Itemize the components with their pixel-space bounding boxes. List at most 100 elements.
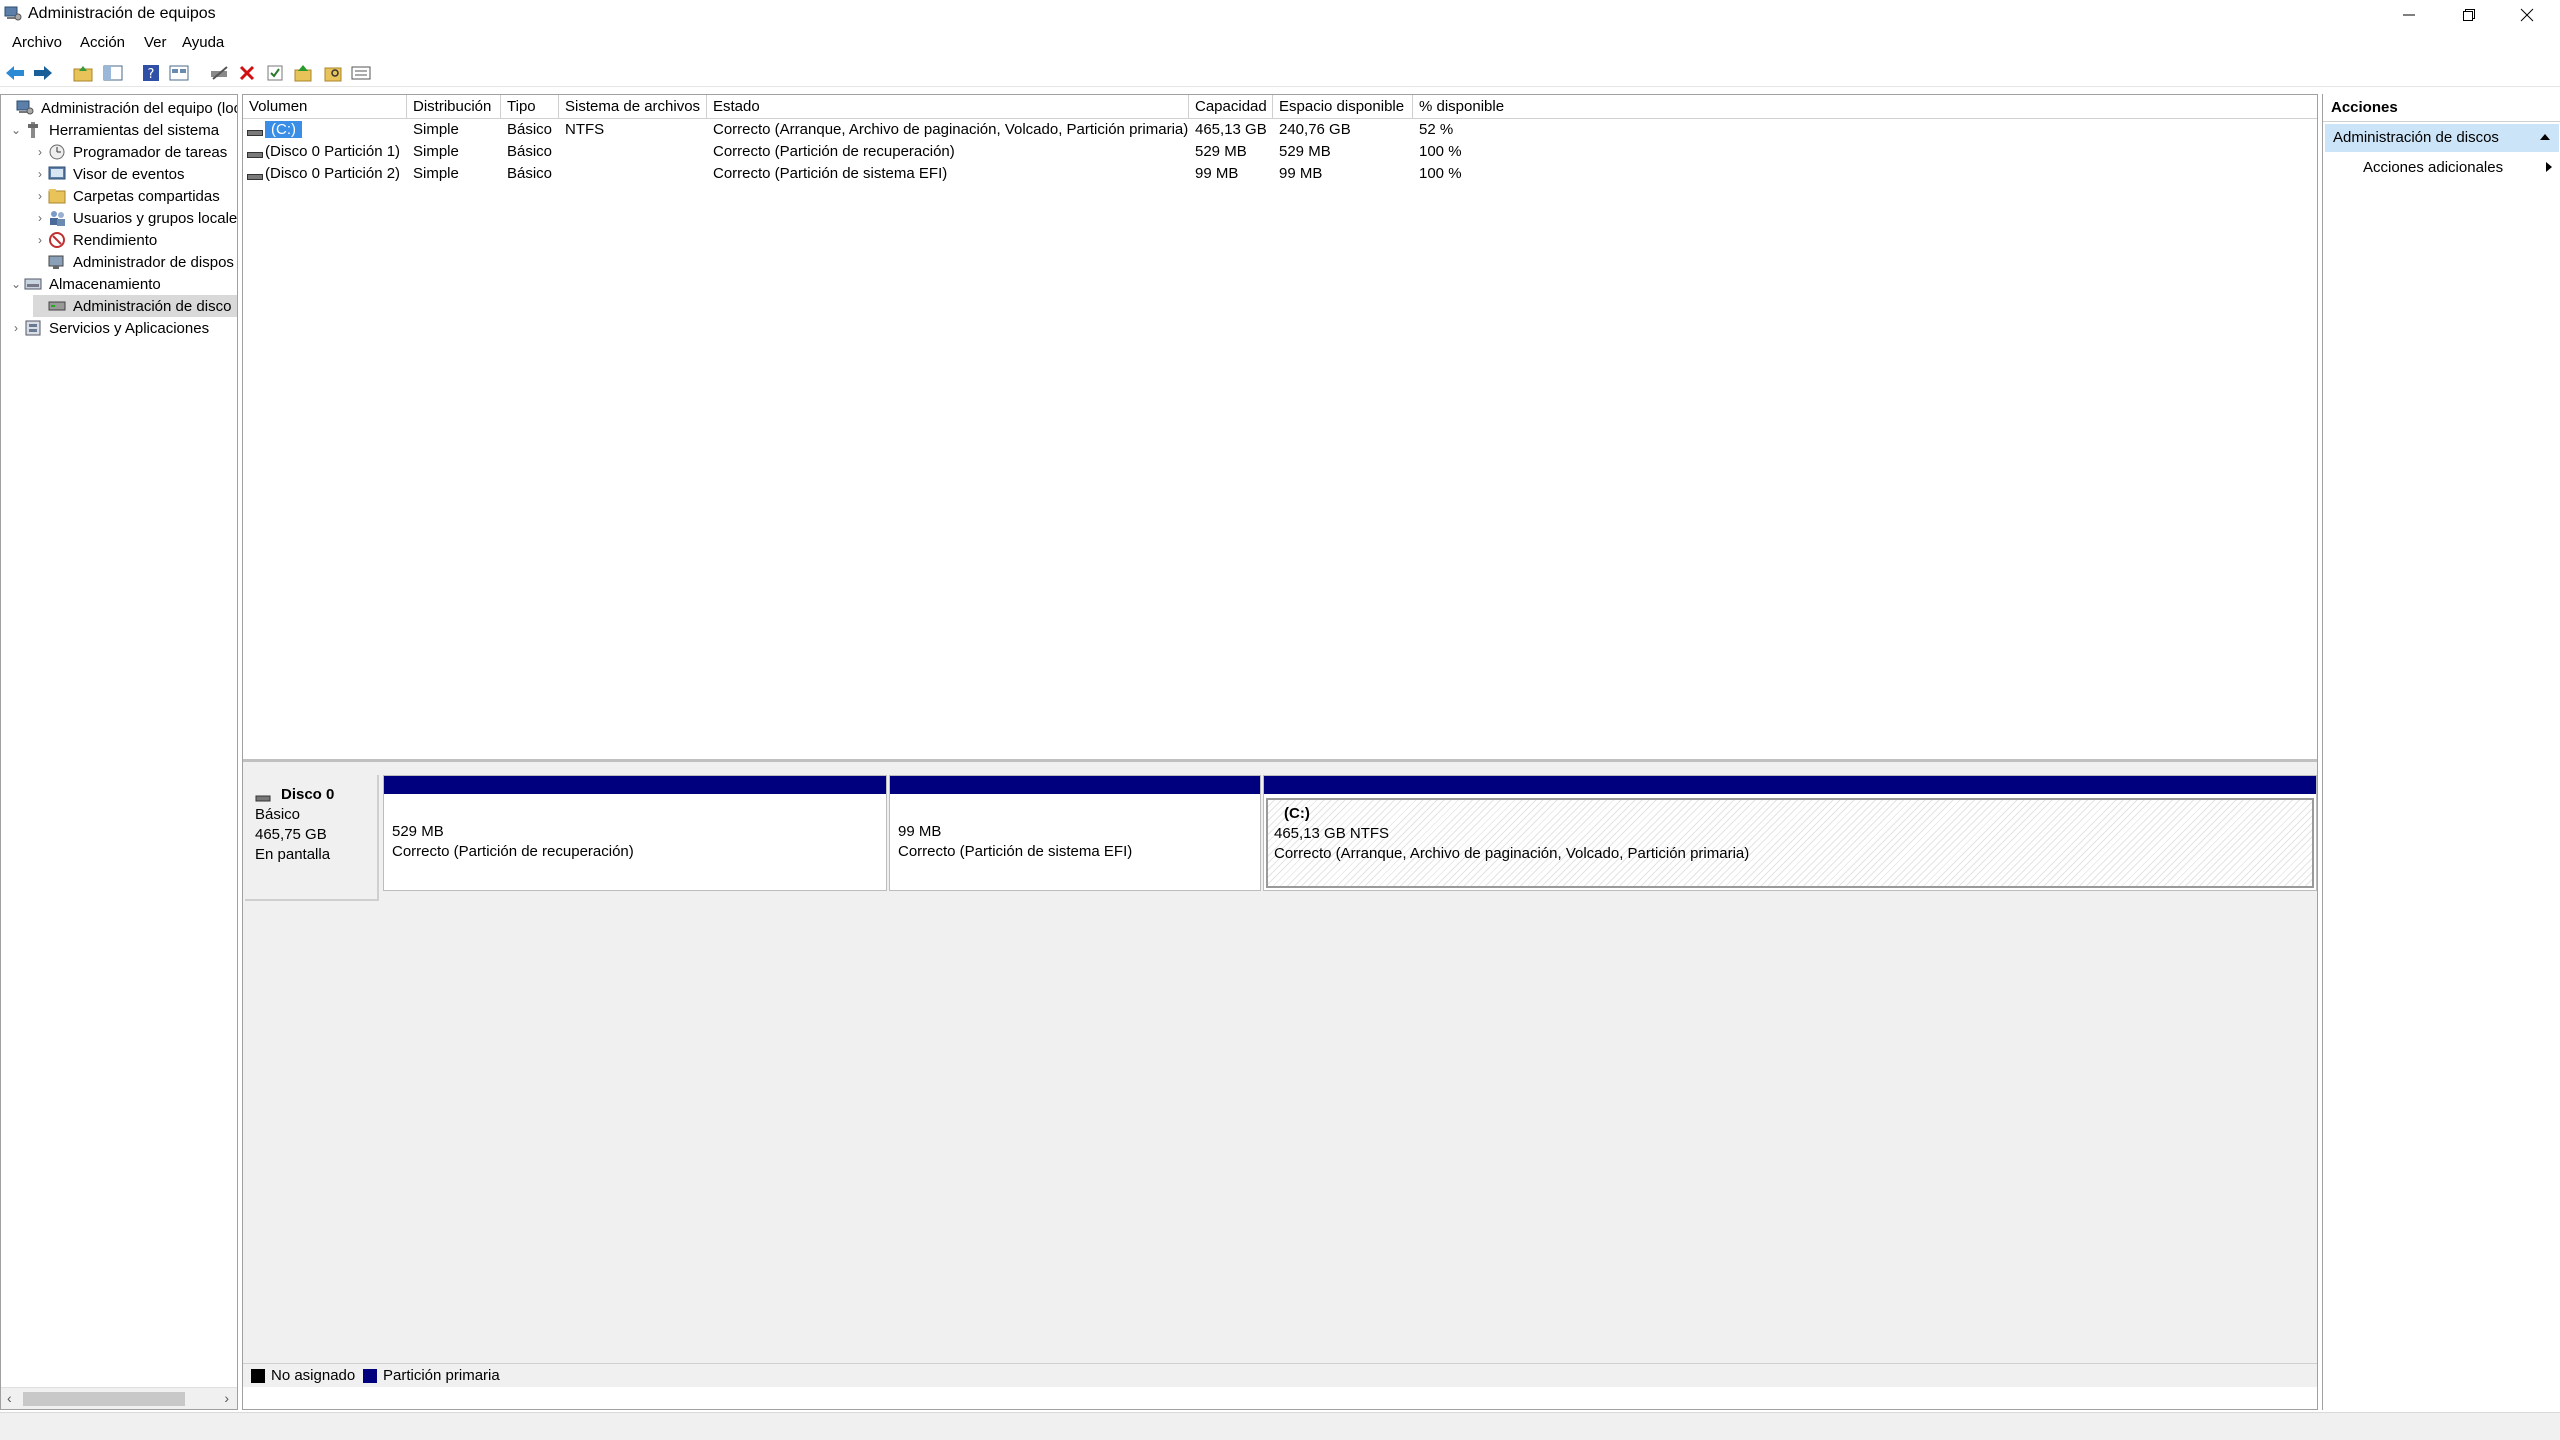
table-cell: Correcto (Arranque, Archivo de paginació… bbox=[713, 121, 1189, 138]
tree-item-disk-management[interactable]: Administración de disco bbox=[33, 295, 237, 317]
column-header-estado[interactable]: Estado bbox=[707, 95, 1189, 119]
menu-bar: Archivo Acción Ver Ayuda bbox=[0, 32, 2560, 56]
table-cell: Básico bbox=[507, 121, 553, 138]
table-cell bbox=[559, 141, 565, 163]
selected-volume-label[interactable]: (C:) bbox=[265, 121, 302, 138]
table-cell: 99 MB bbox=[1279, 165, 1323, 182]
more-actions-item[interactable]: Acciones adicionales bbox=[2363, 156, 2553, 180]
column-header-distribucion[interactable]: Distribución bbox=[407, 95, 501, 119]
pane-splitter[interactable] bbox=[243, 759, 2317, 767]
tree-expander[interactable]: › bbox=[33, 167, 47, 181]
tree-item-system-tools[interactable]: ⌄ Herramientas del sistema bbox=[9, 119, 219, 141]
tree-expander[interactable]: › bbox=[33, 233, 47, 247]
column-header-capacidad[interactable]: Capacidad bbox=[1189, 95, 1273, 119]
table-cell: Simple bbox=[413, 165, 459, 182]
tree-item-device-manager[interactable]: Administrador de dispos bbox=[33, 251, 234, 273]
tree-expander[interactable]: › bbox=[33, 189, 47, 203]
properties-icon[interactable] bbox=[168, 62, 190, 84]
tree-item-shared-folders[interactable]: › Carpetas compartidas bbox=[33, 185, 220, 207]
submenu-arrow-icon bbox=[2545, 158, 2553, 182]
tree-expander[interactable]: › bbox=[9, 321, 23, 335]
partition-recovery[interactable]: 529 MB Correcto (Partición de recuperaci… bbox=[383, 775, 887, 891]
actions-panel: Acciones Administración de discos Accion… bbox=[2322, 94, 2560, 1410]
check-icon[interactable] bbox=[264, 62, 286, 84]
restore-button[interactable] bbox=[2440, 0, 2498, 30]
table-cell: (Disco 0 Partición 1) bbox=[265, 143, 401, 160]
up-folder-icon[interactable] bbox=[72, 62, 94, 84]
partition-size: 99 MB bbox=[898, 823, 942, 840]
tree-item-label: Programador de tareas bbox=[73, 143, 228, 161]
show-hide-tree-icon[interactable] bbox=[102, 62, 124, 84]
table-cell: Simple bbox=[413, 121, 459, 138]
column-header-espacio-disponible[interactable]: Espacio disponible bbox=[1273, 95, 1413, 119]
unallocated-swatch bbox=[251, 1369, 265, 1383]
tree-item-local-users[interactable]: › Usuarios y grupos locale bbox=[33, 207, 237, 229]
menu-archivo[interactable]: Archivo bbox=[12, 34, 62, 51]
table-cell: 465,13 GB bbox=[1195, 121, 1267, 138]
menu-ayuda[interactable]: Ayuda bbox=[182, 34, 224, 51]
performance-icon bbox=[47, 231, 67, 249]
scrollbar-thumb[interactable] bbox=[23, 1392, 185, 1406]
disk-icon bbox=[255, 790, 273, 802]
tree-expander[interactable]: ⌄ bbox=[9, 277, 23, 291]
column-header-volumen[interactable]: Volumen bbox=[243, 95, 407, 119]
help-icon[interactable]: ? bbox=[140, 62, 162, 84]
event-viewer-icon bbox=[47, 165, 67, 183]
tree-expander[interactable]: › bbox=[33, 211, 47, 225]
tree-item-label: Usuarios y grupos locale bbox=[73, 209, 238, 227]
column-header-sistema-archivos[interactable]: Sistema de archivos bbox=[559, 95, 707, 119]
menu-accion[interactable]: Acción bbox=[80, 34, 125, 51]
tree-item-storage[interactable]: ⌄ Almacenamiento bbox=[9, 273, 161, 295]
partition-details: (C:) 465,13 GB NTFS Correcto (Arranque, … bbox=[1266, 798, 2314, 888]
tree-item-performance[interactable]: › Rendimiento bbox=[33, 229, 157, 251]
partition-c[interactable]: (C:) 465,13 GB NTFS Correcto (Arranque, … bbox=[1263, 775, 2317, 891]
actions-header: Acciones bbox=[2323, 94, 2560, 122]
view-list-icon[interactable] bbox=[350, 62, 372, 84]
tree-item-label: Rendimiento bbox=[73, 231, 158, 249]
toolbar: ? bbox=[0, 59, 2560, 87]
scroll-right-icon[interactable]: › bbox=[224, 1390, 229, 1406]
disk-graphical-view: Disco 0 Básico 465,75 GB En pantalla 529… bbox=[243, 767, 2317, 1387]
horizontal-scrollbar[interactable]: ‹ › bbox=[1, 1387, 237, 1409]
collapse-up-icon[interactable] bbox=[2539, 124, 2551, 152]
tree-item-label: Visor de eventos bbox=[73, 165, 185, 183]
tree-item-label: Almacenamiento bbox=[49, 275, 161, 293]
close-button[interactable] bbox=[2498, 0, 2556, 30]
users-icon bbox=[47, 209, 67, 227]
actions-section-disk-management[interactable]: Administración de discos bbox=[2325, 124, 2559, 152]
tree-item-event-viewer[interactable]: › Visor de eventos bbox=[33, 163, 184, 185]
scroll-left-icon[interactable]: ‹ bbox=[7, 1390, 12, 1406]
folder-search-icon[interactable] bbox=[322, 62, 344, 84]
svg-text:?: ? bbox=[148, 67, 155, 82]
delete-icon[interactable] bbox=[236, 62, 258, 84]
services-icon bbox=[23, 319, 43, 337]
tree-item-services-apps[interactable]: › Servicios y Aplicaciones bbox=[9, 317, 209, 339]
folder-up-arrow-icon[interactable] bbox=[292, 62, 314, 84]
legend-unallocated: No asignado bbox=[271, 1367, 356, 1384]
tree-expander[interactable]: ⌄ bbox=[9, 123, 23, 137]
tree-item-label: Administración del equipo (loca bbox=[41, 99, 238, 117]
table-cell: 240,76 GB bbox=[1279, 121, 1351, 138]
partition-size: 465,13 GB NTFS bbox=[1274, 825, 1390, 842]
tree-item-task-scheduler[interactable]: › Programador de tareas bbox=[33, 141, 227, 163]
tree-expander[interactable]: › bbox=[33, 145, 47, 159]
forward-icon[interactable] bbox=[32, 62, 54, 84]
tree-item-computer-management[interactable]: Administración del equipo (loca bbox=[1, 97, 238, 119]
disk-info[interactable]: Disco 0 Básico 465,75 GB En pantalla bbox=[245, 775, 379, 901]
minimize-button[interactable] bbox=[2380, 0, 2438, 30]
connect-drive-icon[interactable] bbox=[208, 62, 230, 84]
primary-partition-bar bbox=[384, 776, 886, 794]
tree-item-label: Administrador de dispos bbox=[73, 253, 234, 271]
back-icon[interactable] bbox=[4, 62, 26, 84]
table-cell: 529 MB bbox=[1279, 143, 1331, 160]
primary-partition-bar bbox=[890, 776, 1260, 794]
table-cell: Correcto (Partición de recuperación) bbox=[713, 143, 955, 160]
column-header-porcentaje-disponible[interactable]: % disponible bbox=[1413, 95, 2317, 119]
table-cell: 529 MB bbox=[1195, 143, 1247, 160]
table-cell: Básico bbox=[507, 165, 553, 182]
menu-ver[interactable]: Ver bbox=[144, 34, 167, 51]
table-cell: Simple bbox=[413, 143, 459, 160]
column-header-tipo[interactable]: Tipo bbox=[501, 95, 559, 119]
partition-efi[interactable]: 99 MB Correcto (Partición de sistema EFI… bbox=[889, 775, 1261, 891]
title-bar: Administración de equipos bbox=[0, 0, 2560, 30]
